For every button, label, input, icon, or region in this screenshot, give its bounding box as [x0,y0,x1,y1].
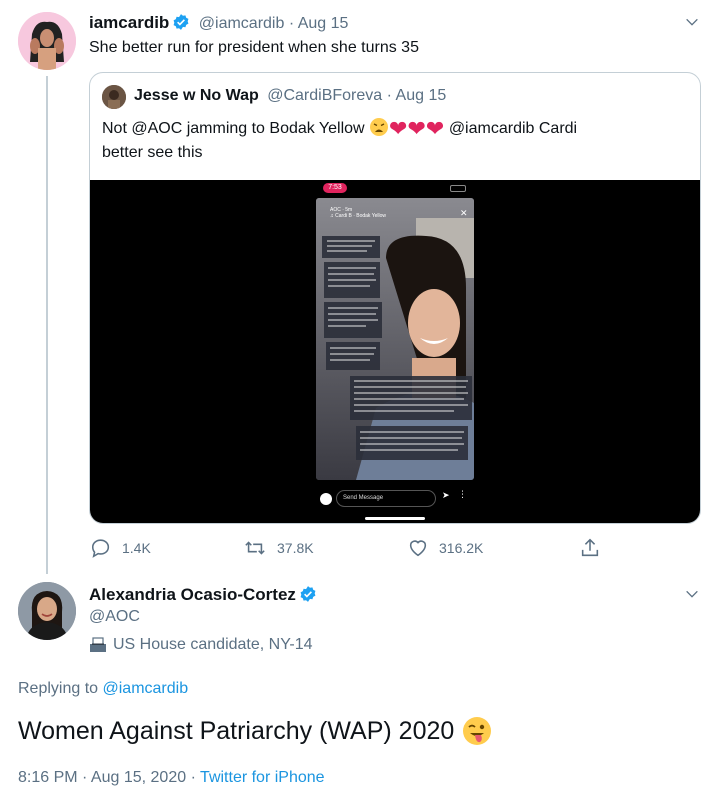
reply-author-name[interactable]: Alexandria Ocasio-Cortez [89,585,296,604]
retweet-count: 37.8K [277,540,314,556]
quoted-avatar [102,85,126,109]
home-indicator [365,517,425,520]
author-handle[interactable]: @iamcardib [199,15,285,32]
reply-count: 1.4K [122,540,151,556]
story-author: AOC · 5m ♫ Cardi B · Bodak Yellow [330,207,387,219]
quoted-tweet-card[interactable]: Jesse w No Wap @CardiBForeva · Aug 15 No… [89,72,701,524]
replying-to-mention[interactable]: @iamcardib [103,680,189,697]
reply-header: Alexandria Ocasio-Cortez [89,585,317,605]
verified-badge-icon [299,585,317,603]
retweet-icon [245,541,265,555]
reply-icon [91,539,110,558]
like-heart-icon [409,540,427,557]
retweet-action[interactable]: 37.8K [243,536,314,560]
account-label: US House candidate, NY-14 [89,636,313,654]
quoted-text-part2: Cardi [538,120,578,137]
camera-icon [320,493,332,505]
quoted-text-part1: Not @AOC jamming to Bodak Yellow [102,120,365,137]
cardib-avatar[interactable] [18,12,76,70]
reply-action[interactable]: 1.4K [90,536,151,560]
quoted-text-line2: better see this [102,144,203,161]
share-action[interactable] [579,536,601,560]
send-message-field: Send Message [336,490,436,507]
quoted-text: Not @AOC jamming to Bodak Yellow ❤❤❤ @ia… [102,117,692,165]
more-dots-icon: ⋮ [458,489,467,499]
tired-face-emoji-icon [369,117,389,137]
share-icon [581,538,599,557]
story-close-icon: ✕ [460,208,468,218]
reply-text: Women Against Patriarchy (WAP) 2020 [18,716,492,746]
heart-emoji-icon: ❤ [389,116,408,141]
like-count: 316.2K [439,540,484,556]
reply-text-content: Women Against Patriarchy (WAP) 2020 [18,716,455,745]
quoted-author-handle: @CardiBForeva [267,87,383,104]
story-caption-block [350,376,472,462]
tweet-source[interactable]: Twitter for iPhone [200,769,325,786]
avatar-image [18,12,76,70]
tweet-date[interactable]: Aug 15 [298,15,349,32]
avatar-image [18,582,76,640]
heart-emoji-icon: ❤ [407,116,426,141]
tweet-meta: 8:16 PM · Aug 15, 2020 · Twitter for iPh… [18,769,325,787]
reply-author-handle[interactable]: @AOC [89,608,140,626]
status-time-pill: 7:53 [323,183,347,193]
reply-more-options-chevron-icon[interactable] [684,586,700,607]
story-caption-block [322,236,384,371]
ballot-box-icon [90,637,106,652]
quoted-date: Aug 15 [395,87,447,104]
video-player[interactable]: 7:53 AOC · 5m ♫ Cardi B · Bodak Yellow ✕… [90,180,700,523]
like-action[interactable]: 316.2K [407,536,483,560]
quoted-mention[interactable]: @iamcardib [449,120,535,137]
send-arrow-icon: ➤ [442,490,450,500]
battery-icon [450,185,466,192]
tweet-header: iamcardib @iamcardib · Aug 15 [89,13,349,32]
heart-emoji-icon: ❤ [425,116,445,141]
tweet-text: She better run for president when she tu… [89,39,419,56]
account-label-text: US House candidate, NY-14 [113,636,313,653]
thread-line [46,76,48,574]
winking-tongue-emoji-icon [462,716,492,746]
verified-badge-icon [172,13,190,31]
aoc-avatar[interactable] [18,582,76,640]
more-options-chevron-icon[interactable] [684,14,700,35]
replying-to: Replying to @iamcardib [18,680,189,697]
author-name[interactable]: iamcardib [89,13,169,32]
quoted-author-name: Jesse w No Wap [134,87,259,104]
tweet-timestamp[interactable]: 8:16 PM · Aug 15, 2020 · [18,769,196,786]
quoted-header: Jesse w No Wap @CardiBForeva · Aug 15 [134,87,447,104]
instagram-story-frame: AOC · 5m ♫ Cardi B · Bodak Yellow ✕ [316,198,474,480]
